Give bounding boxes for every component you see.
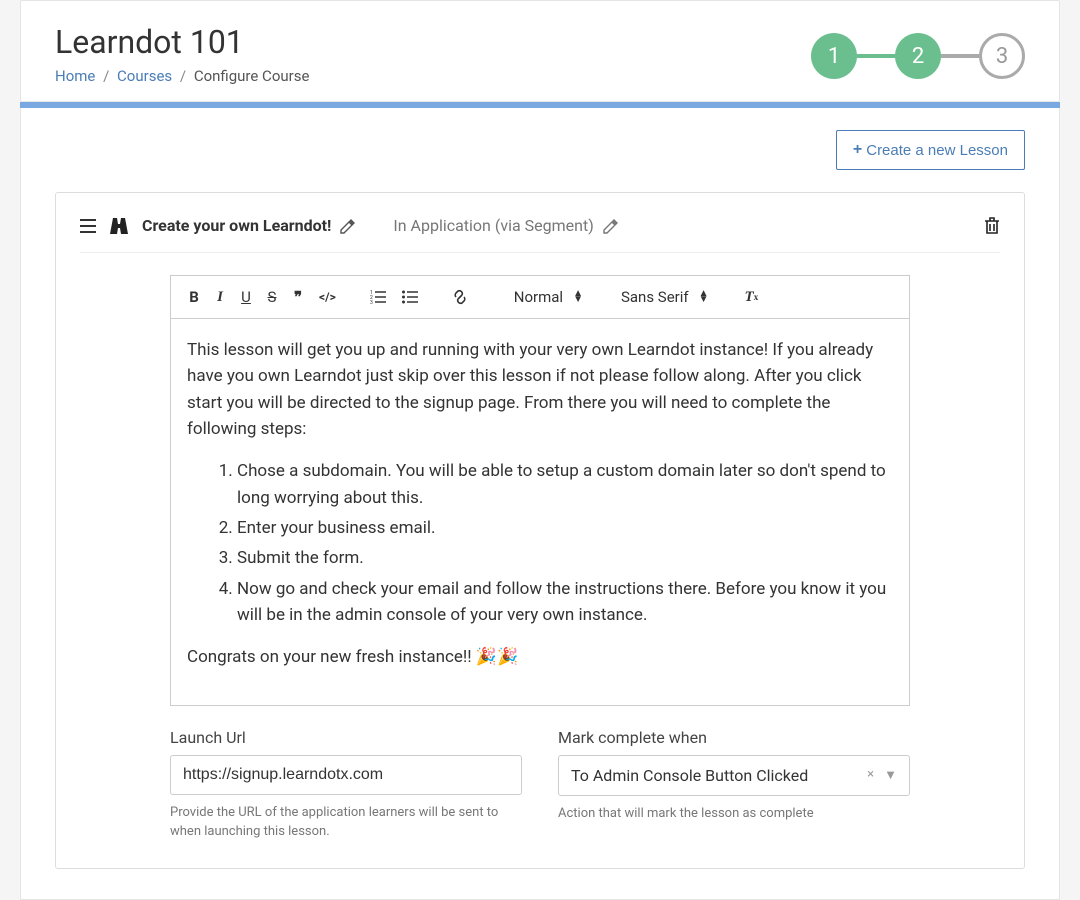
editor-steps-list: Chose a subdomain. You will be able to s… [227,458,893,628]
launch-url-label: Launch Url [170,728,522,747]
road-icon [110,218,128,234]
page-title: Learndot 101 [55,23,309,61]
lesson-title: Create your own Learndot! [142,216,331,235]
lesson-card: Create your own Learndot! In Application… [55,192,1025,869]
create-lesson-label: Create a new Lesson [866,142,1008,159]
italic-button[interactable]: I [209,285,231,310]
step-connector-2 [941,54,979,58]
list-item: Chose a subdomain. You will be able to s… [237,458,893,511]
heading-select[interactable]: Normal ▲▼ [506,284,591,310]
underline-button[interactable]: U [235,284,257,310]
font-select[interactable]: Sans Serif ▲▼ [613,284,717,310]
lesson-header: Create your own Learndot! In Application… [80,215,1000,253]
lesson-form: Launch Url Provide the URL of the applic… [170,728,910,842]
unordered-list-button[interactable] [396,286,424,308]
mark-complete-hint: Action that will mark the lesson as comp… [558,804,910,824]
breadcrumb: Home / Courses / Configure Course [55,67,309,85]
list-item: Enter your business email. [237,515,893,541]
mark-complete-value: To Admin Console Button Clicked [571,766,808,785]
lesson-type: In Application (via Segment) [393,216,593,235]
delete-lesson-icon[interactable] [984,216,1000,236]
launch-url-input[interactable] [170,755,522,795]
plus-icon: + [853,141,862,159]
blockquote-button[interactable]: ❞ [287,284,309,310]
list-item: Submit the form. [237,545,893,571]
clear-format-button[interactable]: Tx [739,285,765,310]
editor-toolbar: B I U S ❞ </> 123 Normal [171,276,909,319]
mark-complete-select[interactable]: To Admin Console Button Clicked × ▼ [558,755,910,796]
edit-title-icon[interactable] [339,216,355,235]
content-area: + Create a new Lesson Create your own Le… [20,108,1060,900]
font-select-label: Sans Serif [621,288,689,306]
step-3[interactable]: 3 [979,33,1025,79]
bold-button[interactable]: B [183,284,205,310]
launch-url-hint: Provide the URL of the application learn… [170,803,522,842]
breadcrumb-courses[interactable]: Courses [117,67,172,85]
edit-type-icon[interactable] [602,216,618,235]
editor-congrats: Congrats on your new fresh instance!! 🎉🎉 [187,644,893,670]
page-header-card: Learndot 101 Home / Courses / Configure … [20,0,1060,102]
chevron-down-icon: ▼ [884,767,897,783]
mark-complete-label: Mark complete when [558,728,910,747]
list-item: Now go and check your email and follow t… [237,576,893,629]
create-new-lesson-button[interactable]: + Create a new Lesson [836,130,1025,170]
link-button[interactable] [446,285,474,309]
breadcrumb-current: Configure Course [194,67,310,85]
stepper: 1 2 3 [811,23,1025,79]
clear-select-icon[interactable]: × [867,767,874,783]
strike-button[interactable]: S [261,284,283,310]
step-1[interactable]: 1 [811,33,857,79]
step-connector-1 [857,54,895,58]
breadcrumb-home[interactable]: Home [55,67,95,85]
editor-body[interactable]: This lesson will get you up and running … [171,319,909,705]
drag-handle-icon[interactable] [80,215,96,236]
editor-intro: This lesson will get you up and running … [187,337,893,442]
step-2[interactable]: 2 [895,33,941,79]
code-button[interactable]: </> [313,286,342,308]
svg-text:3: 3 [370,300,373,304]
rich-text-editor: B I U S ❞ </> 123 Normal [170,275,910,706]
heading-select-label: Normal [514,288,563,306]
ordered-list-button[interactable]: 123 [364,286,392,308]
title-block: Learndot 101 Home / Courses / Configure … [55,23,309,85]
